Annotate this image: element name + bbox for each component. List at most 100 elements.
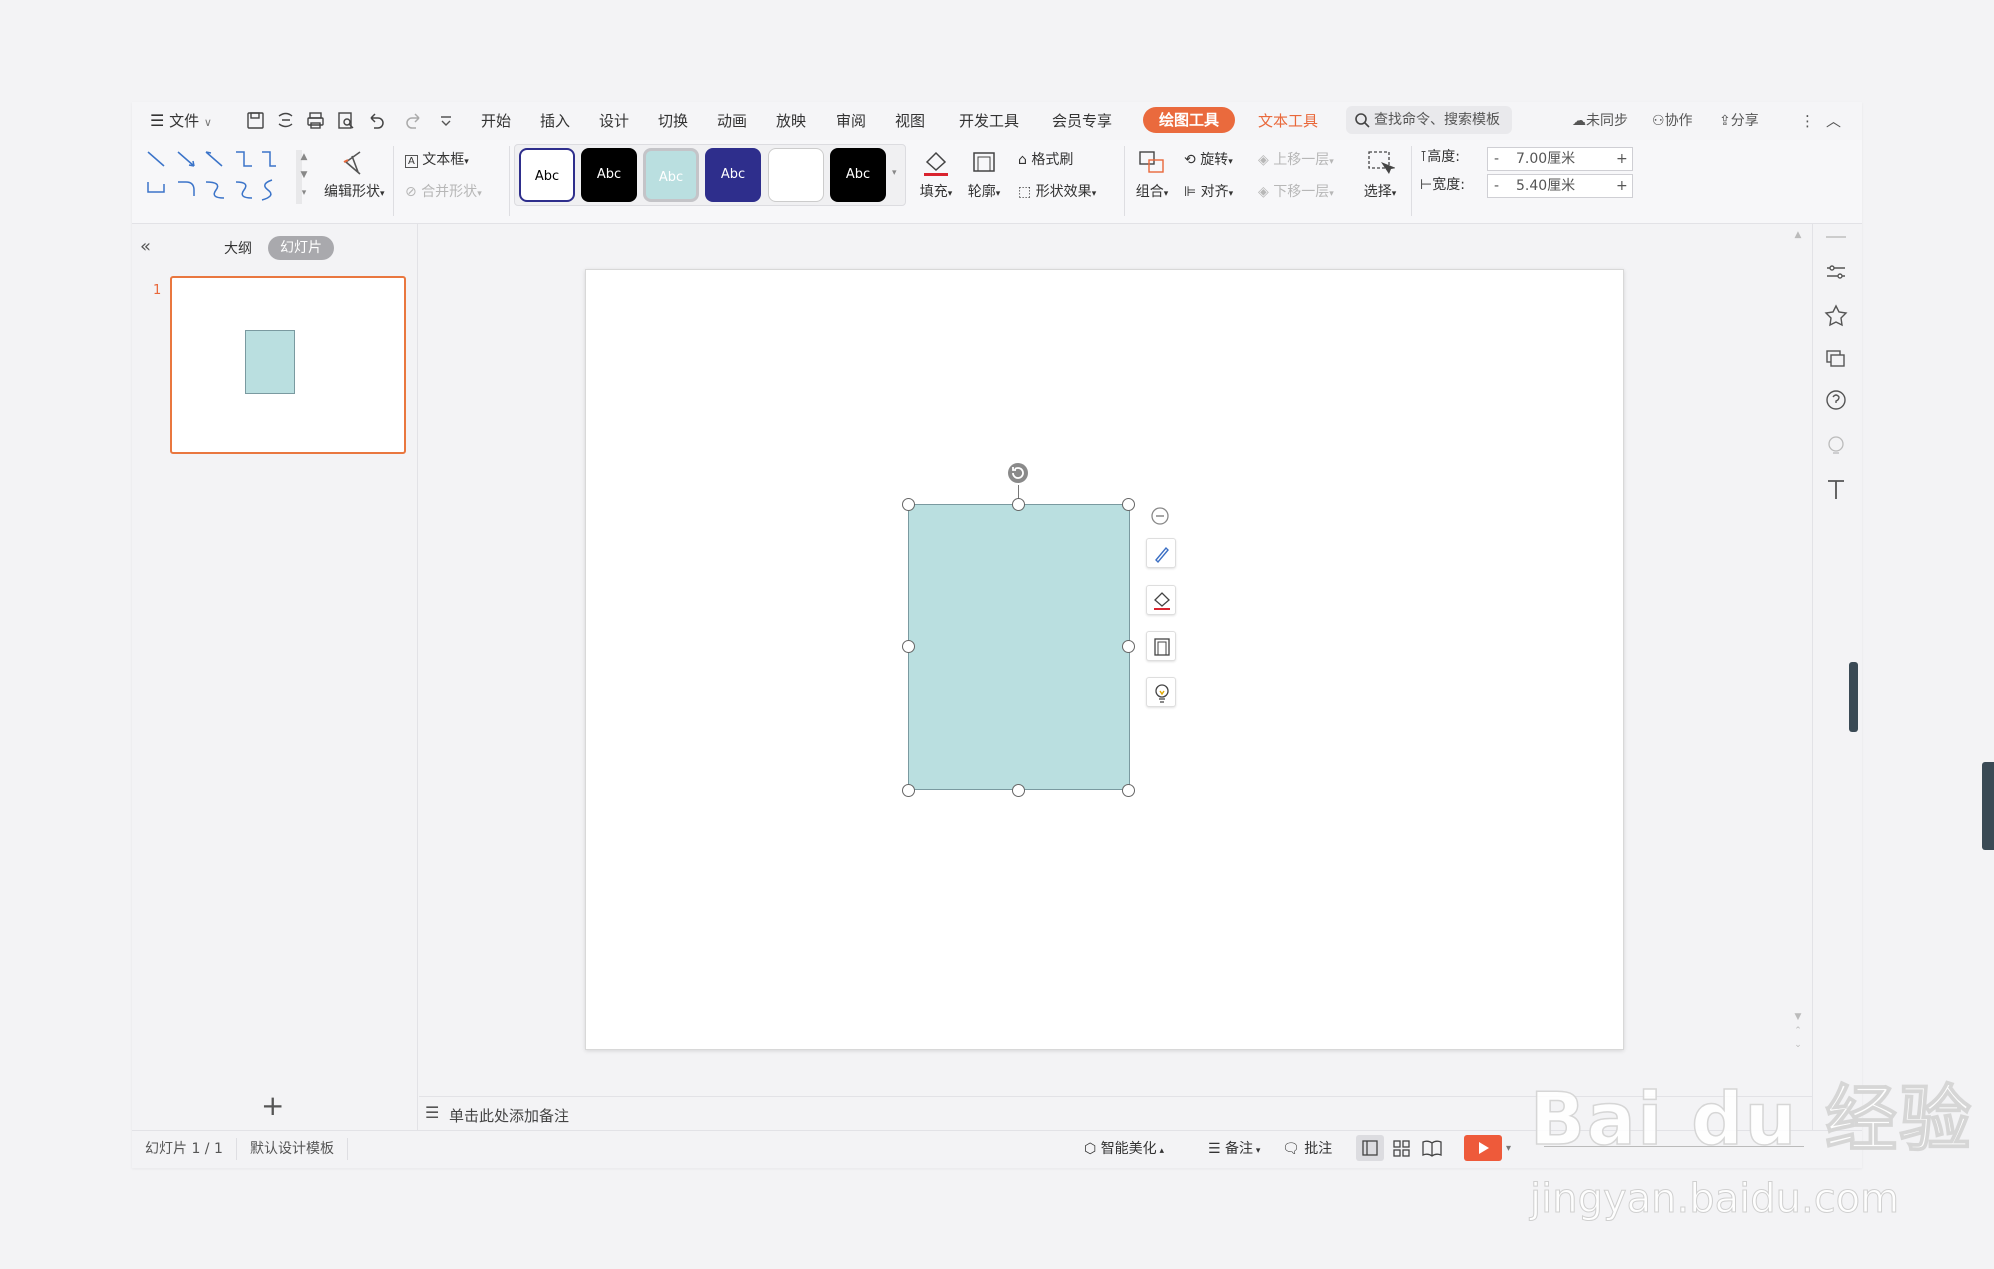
notes-toggle-button[interactable]: ☰ 备注 ▾ bbox=[1208, 1139, 1260, 1161]
share-button[interactable]: ⇪分享 bbox=[1719, 110, 1759, 132]
height-value[interactable]: 7.00厘米 bbox=[1516, 148, 1575, 170]
copy-icon bbox=[1826, 350, 1845, 367]
search-box[interactable]: 查找命令、搜索模板 bbox=[1346, 106, 1512, 134]
file-menu[interactable]: ☰ 文件 ∨ bbox=[150, 110, 212, 132]
outline-float-button[interactable] bbox=[1146, 631, 1176, 661]
comments-button[interactable]: 🗨 批注 bbox=[1282, 1139, 1332, 1159]
outline-button[interactable]: 轮廓▾ bbox=[962, 148, 1006, 204]
format-painter-button[interactable]: ⌂ 格式刷 bbox=[1018, 150, 1073, 170]
group-button[interactable]: 组合▾ bbox=[1130, 148, 1174, 204]
rotate-button[interactable]: ⟲ 旋转▾ bbox=[1184, 150, 1233, 172]
brush-icon bbox=[1155, 546, 1169, 564]
watermark-brand: Bai du 经验 bbox=[1529, 1076, 1974, 1162]
redo-icon bbox=[406, 113, 420, 129]
style-preset-5[interactable] bbox=[768, 148, 824, 202]
collapse-ribbon-icon[interactable]: ︿ bbox=[1826, 110, 1841, 132]
resize-handle-w[interactable] bbox=[902, 640, 915, 653]
tab-text-tools[interactable]: 文本工具 bbox=[1258, 110, 1318, 132]
smart-beautify-button[interactable]: ⬡ 智能美化 ▴ bbox=[1084, 1139, 1164, 1161]
merge-shape-icon: ⊘ bbox=[405, 184, 417, 200]
align-button[interactable]: ⊫ 对齐▾ bbox=[1184, 182, 1233, 204]
shape-effects-button[interactable]: ⬚ 形状效果▾ bbox=[1018, 182, 1096, 204]
resize-handle-s[interactable] bbox=[1012, 784, 1025, 797]
style-gallery-more[interactable]: ▾ bbox=[892, 168, 904, 178]
fill-float-button[interactable] bbox=[1146, 585, 1176, 615]
text-box-icon: A bbox=[405, 155, 418, 168]
edge-handle[interactable] bbox=[1982, 762, 1994, 850]
bring-forward-icon: ◈ bbox=[1258, 152, 1269, 168]
send-backward-button[interactable]: ◈ 下移一层▾ bbox=[1258, 182, 1334, 204]
merge-shape-button[interactable]: ⊘ 合并形状▾ bbox=[405, 182, 482, 204]
vertical-scrollbar[interactable]: ▲ ▼ ⌃ ⌄ bbox=[1792, 230, 1804, 1084]
rotate-handle-icon[interactable] bbox=[1007, 462, 1029, 484]
more-icon[interactable]: ⋮ bbox=[1800, 110, 1815, 132]
tab-outline[interactable]: 大纲 bbox=[224, 238, 252, 258]
bring-forward-button[interactable]: ◈ 上移一层▾ bbox=[1258, 150, 1334, 172]
width-increment[interactable]: + bbox=[1616, 175, 1628, 197]
preview-icon bbox=[338, 112, 354, 129]
resize-handle-nw[interactable] bbox=[902, 498, 915, 511]
tab-home[interactable]: 开始 bbox=[481, 110, 511, 132]
help-icon bbox=[1826, 390, 1846, 410]
tab-animation[interactable]: 动画 bbox=[717, 110, 747, 132]
gallery-scroll[interactable]: ▲ ▼ ▾ bbox=[298, 148, 310, 202]
resize-handle-ne[interactable] bbox=[1122, 498, 1135, 511]
height-field[interactable]: - 7.00厘米 + bbox=[1487, 147, 1633, 171]
shape-effects-icon: ⬚ bbox=[1018, 184, 1032, 200]
width-field[interactable]: - 5.40厘米 + bbox=[1487, 174, 1633, 198]
select-button[interactable]: 选择▾ bbox=[1358, 148, 1402, 204]
tab-slideshow[interactable]: 放映 bbox=[776, 110, 806, 132]
style-preset-3[interactable]: Abc bbox=[643, 148, 699, 202]
grid-view-icon[interactable] bbox=[1390, 1137, 1414, 1159]
connector-gallery[interactable] bbox=[142, 146, 302, 208]
tab-insert[interactable]: 插入 bbox=[540, 110, 570, 132]
normal-view-icon bbox=[1362, 1140, 1378, 1156]
sync-status[interactable]: ☁未同步 bbox=[1572, 110, 1628, 132]
reading-view-icon[interactable] bbox=[1420, 1137, 1444, 1159]
play-options-chevron-icon[interactable]: ▾ bbox=[1506, 1139, 1511, 1159]
normal-view-button[interactable] bbox=[1356, 1135, 1384, 1161]
template-name[interactable]: 默认设计模板 bbox=[250, 1139, 334, 1159]
style-preset-1[interactable]: Abc bbox=[519, 148, 575, 202]
comment-icon: 🗨 bbox=[1282, 1141, 1300, 1157]
width-value[interactable]: 5.40厘米 bbox=[1516, 175, 1575, 197]
fill-button[interactable]: 填充▾ bbox=[914, 148, 958, 204]
slide-thumbnail[interactable] bbox=[170, 276, 406, 454]
collaborate-button[interactable]: ⚇协作 bbox=[1652, 110, 1693, 132]
watermark-url: jingyan.baidu.com bbox=[1529, 1176, 1900, 1223]
width-icon: ⊢ bbox=[1420, 177, 1433, 193]
smart-float-button[interactable] bbox=[1146, 677, 1176, 707]
tab-transition[interactable]: 切换 bbox=[658, 110, 688, 132]
tab-developer[interactable]: 开发工具 bbox=[959, 110, 1019, 132]
tab-drawing-tools[interactable]: 绘图工具 bbox=[1143, 107, 1236, 133]
edit-shape-button[interactable]: 编辑形状▾ bbox=[324, 148, 385, 204]
tab-review[interactable]: 审阅 bbox=[836, 110, 866, 132]
align-icon: ⊫ bbox=[1184, 184, 1197, 200]
collapse-toolbar-icon[interactable] bbox=[1150, 506, 1170, 526]
tab-slides[interactable]: 幻灯片 bbox=[268, 236, 334, 260]
resize-handle-se[interactable] bbox=[1122, 784, 1135, 797]
rectangle-shape[interactable] bbox=[908, 504, 1130, 790]
resize-handle-sw[interactable] bbox=[902, 784, 915, 797]
text-box-button[interactable]: A 文本框▾ bbox=[405, 150, 469, 172]
side-handle[interactable] bbox=[1849, 662, 1858, 732]
resize-handle-e[interactable] bbox=[1122, 640, 1135, 653]
select-cursor-icon bbox=[1368, 151, 1396, 174]
height-decrement[interactable]: - bbox=[1494, 148, 1499, 170]
play-button[interactable] bbox=[1464, 1135, 1502, 1161]
resize-handle-n[interactable] bbox=[1012, 498, 1025, 511]
shape-style-float-button[interactable] bbox=[1146, 538, 1176, 568]
tab-design[interactable]: 设计 bbox=[599, 110, 629, 132]
undo-icon bbox=[370, 113, 384, 129]
style-preset-6[interactable]: Abc bbox=[830, 148, 886, 202]
tab-view[interactable]: 视图 bbox=[895, 110, 925, 132]
style-preset-2[interactable]: Abc bbox=[581, 148, 637, 202]
save-icon bbox=[247, 112, 264, 129]
height-increment[interactable]: + bbox=[1616, 148, 1628, 170]
add-slide-button[interactable]: + bbox=[261, 1092, 284, 1120]
collapse-panel-icon[interactable]: « bbox=[140, 236, 151, 257]
tab-member[interactable]: 会员专享 bbox=[1052, 110, 1112, 132]
style-preset-4[interactable]: Abc bbox=[705, 148, 761, 202]
thumbnail-shape bbox=[245, 330, 295, 394]
width-decrement[interactable]: - bbox=[1494, 175, 1499, 197]
